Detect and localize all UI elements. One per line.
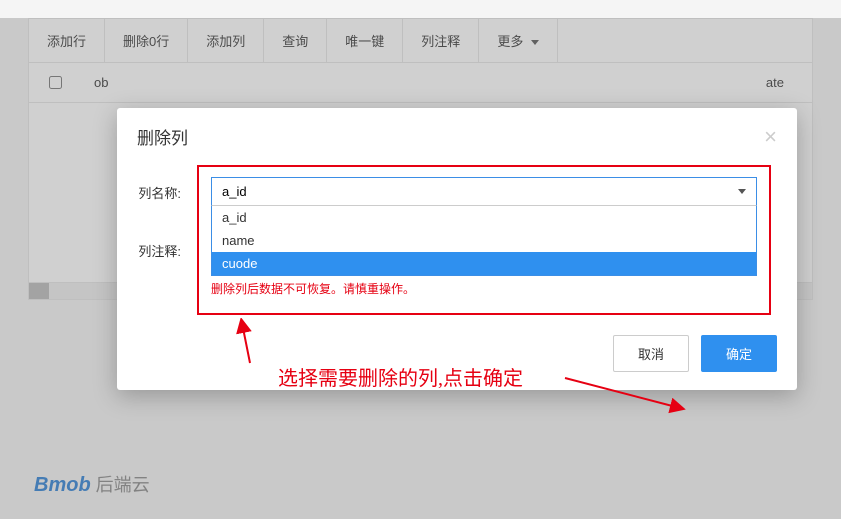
warning-text: 删除列后数据不可恢复。请慎重操作。 bbox=[211, 280, 757, 297]
chevron-down-icon bbox=[738, 189, 746, 194]
delete-column-modal: 删除列 × 列名称: a_id a_id name cuode 删除列后数据不可… bbox=[117, 108, 797, 390]
confirm-button[interactable]: 确定 bbox=[701, 335, 777, 372]
select-value: a_id bbox=[222, 184, 247, 199]
column-comment-label: 列注释: bbox=[121, 235, 181, 260]
modal-header: 删除列 × bbox=[117, 108, 797, 161]
column-name-select[interactable]: a_id bbox=[211, 177, 757, 206]
column-name-dropdown: a_id name cuode bbox=[211, 206, 757, 276]
dropdown-option[interactable]: name bbox=[212, 229, 756, 252]
modal-body: 列名称: a_id a_id name cuode 删除列后数据不可恢复。请慎重… bbox=[117, 161, 797, 321]
cancel-button[interactable]: 取消 bbox=[613, 335, 689, 372]
column-name-label: 列名称: bbox=[121, 177, 181, 202]
dropdown-option[interactable]: a_id bbox=[212, 206, 756, 229]
dropdown-option[interactable]: cuode bbox=[212, 252, 756, 275]
close-icon[interactable]: × bbox=[764, 126, 777, 148]
annotation-text: 选择需要删除的列,点击确定 bbox=[278, 362, 523, 391]
modal-title: 删除列 bbox=[137, 124, 188, 149]
annotation-box: 列名称: a_id a_id name cuode 删除列后数据不可恢复。请慎重… bbox=[197, 165, 771, 315]
